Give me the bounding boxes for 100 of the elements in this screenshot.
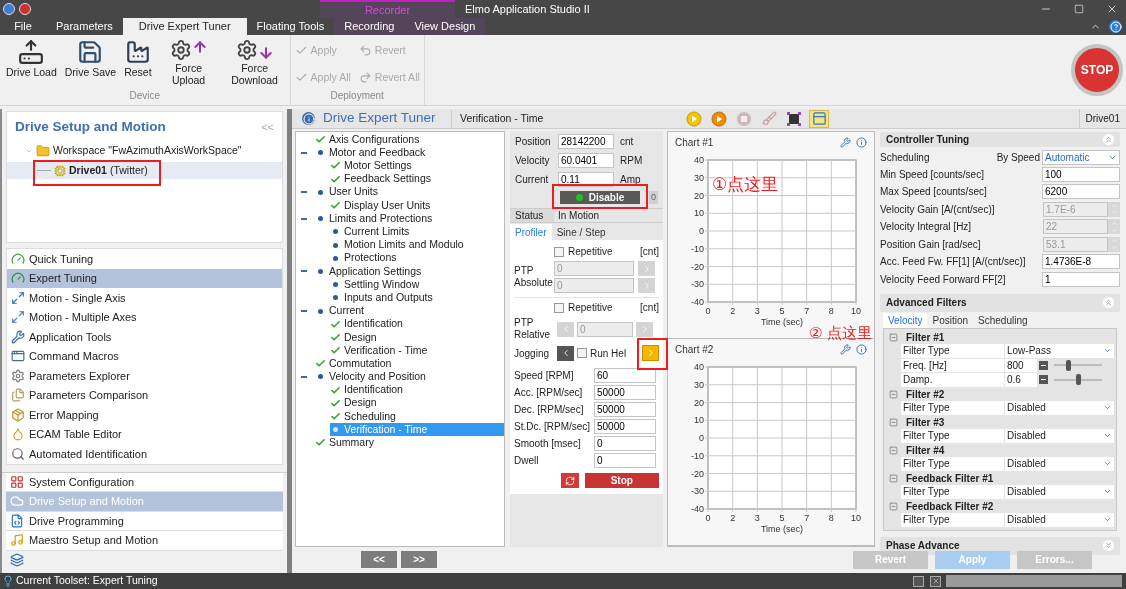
- dropdown[interactable]: Disabled: [1005, 401, 1114, 415]
- checkbox[interactable]: [554, 246, 564, 257]
- ribbon-button[interactable]: Reset: [122, 39, 154, 78]
- tool-item[interactable]: ECAM Table Editor: [7, 424, 282, 444]
- spinner-icon[interactable]: [1039, 375, 1048, 385]
- step-item[interactable]: Motor and Feedback: [315, 146, 504, 160]
- collapse-icon[interactable]: [301, 151, 307, 154]
- collapse-icon[interactable]: [301, 270, 307, 273]
- ribbon-tab[interactable]: View Design: [404, 18, 486, 35]
- disable-button[interactable]: Disable: [560, 191, 640, 204]
- tool-item[interactable]: Motion - Multiple Axes: [7, 307, 282, 327]
- app-logo-icon[interactable]: [3, 3, 15, 15]
- dropdown[interactable]: Disabled: [1005, 457, 1114, 471]
- toolset-item[interactable]: System Configuration: [6, 472, 283, 492]
- help-icon[interactable]: [1109, 20, 1122, 33]
- wrench-icon[interactable]: [840, 343, 851, 355]
- fit-icon[interactable]: [784, 109, 804, 128]
- dropdown[interactable]: Disabled: [1005, 513, 1114, 527]
- checkbox[interactable]: [554, 302, 564, 313]
- input-field[interactable]: 50000: [594, 419, 656, 434]
- ribbon-button[interactable]: Drive Load: [4, 39, 59, 78]
- step-item[interactable]: Motor Settings: [330, 159, 504, 173]
- dropdown[interactable]: Automatic: [1042, 149, 1120, 165]
- ribbon-button[interactable]: Force Download: [223, 39, 286, 86]
- ribbon-tab[interactable]: Parameters: [46, 18, 123, 35]
- step-item[interactable]: Protections: [330, 251, 504, 265]
- slider-thumb[interactable]: [1076, 374, 1081, 386]
- tool-item[interactable]: Command Macros: [7, 346, 282, 366]
- step-item[interactable]: Settling Window: [330, 278, 504, 292]
- spinner-icon[interactable]: [1039, 360, 1048, 370]
- tree-item[interactable]: Workspace "FwAzimuthAxisWorkSpace": [53, 143, 242, 159]
- restore-icon[interactable]: [913, 575, 924, 587]
- tool-item[interactable]: Automated Identification: [7, 444, 282, 464]
- tree-item[interactable]: Drive01 (Twitter): [7, 162, 282, 179]
- dropdown[interactable]: Disabled: [1005, 485, 1114, 499]
- refresh-button[interactable]: [561, 473, 579, 488]
- stop-button[interactable]: Stop: [584, 473, 659, 488]
- step-item[interactable]: Commutation: [315, 357, 504, 371]
- next-button[interactable]: [636, 321, 653, 337]
- collapse-icon[interactable]: [889, 417, 898, 427]
- dropdown[interactable]: Low-Pass: [1005, 344, 1114, 358]
- toolset-item[interactable]: Drive Programming: [6, 511, 283, 531]
- collapse-icon[interactable]: [889, 473, 898, 483]
- toolset-item[interactable]: Maestro Setup and Motion: [6, 531, 283, 551]
- maximize-icon[interactable]: [1074, 4, 1084, 14]
- input-field[interactable]: 50000: [594, 402, 656, 417]
- tool-item[interactable]: Motion - Single Axis: [7, 288, 282, 308]
- previous-button[interactable]: [557, 321, 574, 337]
- value-field[interactable]: 800: [1005, 358, 1037, 372]
- step-item[interactable]: Motion Limits and Modulo: [330, 238, 504, 252]
- slider[interactable]: [1054, 359, 1102, 371]
- collapse-icon[interactable]: [301, 191, 307, 194]
- value-field[interactable]: 0.6: [1005, 373, 1037, 387]
- input-field[interactable]: 1.4736E-8: [1042, 254, 1120, 270]
- stop-button[interactable]: STOP: [1071, 44, 1123, 96]
- step-item[interactable]: Inputs and Outputs: [330, 291, 504, 305]
- step-item[interactable]: Axis Configurations: [315, 133, 504, 147]
- expand-icon[interactable]: [1103, 540, 1114, 551]
- tab[interactable]: Position: [927, 312, 974, 328]
- info-icon[interactable]: [856, 136, 867, 148]
- ribbon-button[interactable]: Force Upload: [157, 39, 220, 86]
- input-field[interactable]: 60: [594, 368, 656, 383]
- tool-item[interactable]: Parameters Comparison: [7, 385, 282, 405]
- step-item[interactable]: Identification: [330, 317, 504, 331]
- tab[interactable]: Profiler: [510, 224, 552, 240]
- collapse-icon[interactable]: [889, 445, 898, 455]
- collapse-icon[interactable]: [301, 217, 307, 220]
- step-item[interactable]: Velocity and Position: [315, 370, 504, 384]
- close-icon[interactable]: [1106, 3, 1118, 15]
- input-field[interactable]: 28142200: [558, 134, 614, 149]
- jog-back-button[interactable]: [557, 345, 574, 361]
- step-item[interactable]: Current: [315, 304, 504, 318]
- play-icon[interactable]: [709, 109, 729, 128]
- jog-forward-button[interactable]: [642, 345, 659, 361]
- input-field[interactable]: 1: [1042, 271, 1120, 287]
- step-item[interactable]: Display User Units: [330, 198, 504, 213]
- input-field[interactable]: 0: [594, 453, 656, 468]
- step-item[interactable]: Design: [330, 330, 504, 344]
- ribbon-tab[interactable]: File: [0, 18, 46, 35]
- dropdown[interactable]: Disabled: [1005, 429, 1114, 443]
- step-item[interactable]: Identification: [330, 383, 504, 397]
- tool-item[interactable]: Expert Tuning: [7, 268, 282, 288]
- input-field[interactable]: 6200: [1042, 184, 1120, 200]
- step-item[interactable]: Application Settings: [315, 264, 504, 279]
- collapse-icon[interactable]: [889, 501, 898, 511]
- stop-icon[interactable]: [19, 3, 31, 15]
- ribbon-button[interactable]: Drive Save: [62, 39, 119, 78]
- ribbon-tab[interactable]: Drive Expert Tuner: [122, 18, 247, 35]
- collapse-icon[interactable]: [301, 375, 307, 378]
- step-item[interactable]: Feedback Settings: [330, 172, 504, 186]
- tab[interactable]: Velocity: [883, 312, 928, 328]
- collapse-icon[interactable]: [889, 332, 898, 342]
- step-item[interactable]: User Units: [315, 185, 504, 199]
- step-item[interactable]: Current Limits: [330, 225, 504, 239]
- step-item[interactable]: Scheduling: [330, 409, 504, 424]
- info-icon[interactable]: [856, 343, 867, 355]
- input-field[interactable]: 50000: [594, 385, 656, 400]
- tab[interactable]: Scheduling: [973, 312, 1033, 328]
- wrench-icon[interactable]: [840, 136, 851, 148]
- collapse-icon[interactable]: [301, 310, 307, 313]
